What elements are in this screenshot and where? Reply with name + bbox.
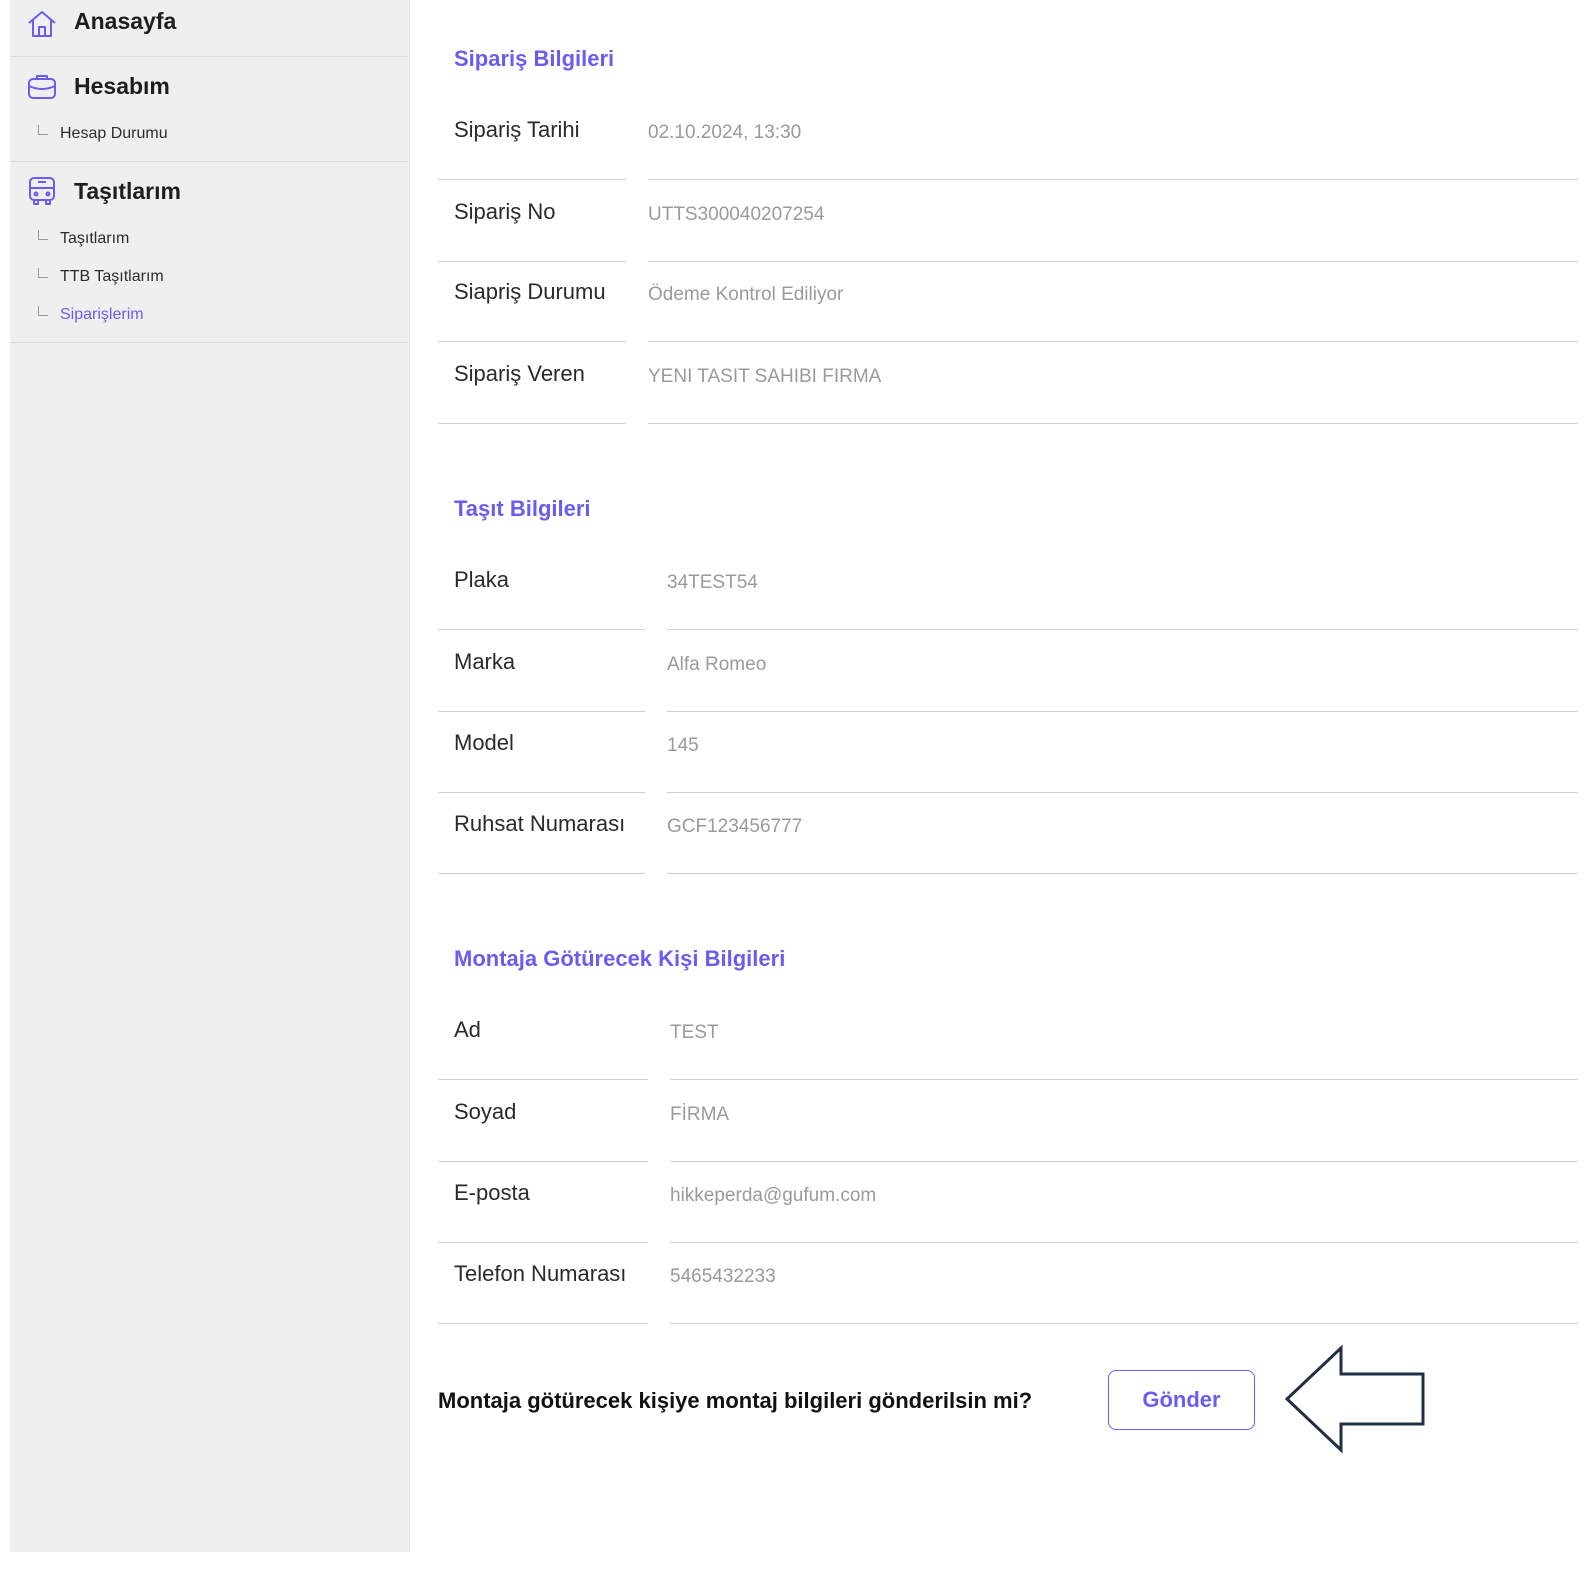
briefcase-icon — [26, 70, 58, 102]
field-label: Siapriş Durumu — [438, 261, 626, 342]
field-label: Sipariş Tarihi — [438, 99, 626, 180]
sub-item-label: TTB Taşıtlarım — [60, 268, 164, 285]
section-title-person: Montaja Götürecek Kişi Bilgileri — [454, 946, 786, 971]
sub-list: Taşıtlarım TTB Taşıtlarım Siparişlerim — [10, 220, 409, 342]
field-row: Sipariş Tarihi 02.10.2024, 13:30 — [438, 99, 1578, 181]
arrow-left-icon — [1283, 1344, 1433, 1459]
field-value: GCF123456777 — [667, 793, 1578, 874]
field-label: Marka — [438, 631, 645, 712]
field-label: Ruhsat Numarası — [438, 793, 645, 874]
field-row: Telefon Numarası 5465432233 — [438, 1243, 1578, 1325]
home-icon — [26, 8, 58, 40]
field-row: Marka Alfa Romeo — [438, 631, 1578, 713]
field-value: 02.10.2024, 13:30 — [648, 99, 1578, 180]
sub-item-label: Siparişlerim — [60, 306, 144, 323]
confirm-question: Montaja götürecek kişiye montaj bilgiler… — [438, 1388, 1033, 1413]
field-label: Sipariş No — [438, 181, 626, 262]
field-value: hikkeperda@gufum.com — [670, 1162, 1578, 1243]
sub-item-label: Taşıtlarım — [60, 230, 130, 247]
field-value: TEST — [670, 999, 1578, 1080]
field-value: YENI TASIT SAHIBI FIRMA — [648, 343, 1578, 424]
field-value: Ödeme Kontrol Ediliyor — [648, 261, 1578, 342]
field-value: Alfa Romeo — [667, 631, 1578, 712]
sub-list: Hesap Durumu — [10, 115, 409, 161]
tree-elbow-icon — [38, 268, 48, 278]
sidebar: Anasayfa Hesabım Hesap Durumu Taşıtlarım… — [10, 0, 410, 1552]
nav-group-tasitlarim: Taşıtlarım Taşıtlarım TTB Taşıtlarım Sip… — [10, 162, 409, 343]
field-value: 5465432233 — [670, 1243, 1578, 1324]
field-value: UTTS300040207254 — [648, 181, 1578, 262]
nav-item-label: Hesabım — [74, 72, 170, 99]
tree-elbow-icon — [38, 230, 48, 240]
field-row: Soyad FİRMA — [438, 1081, 1578, 1163]
sub-item-siparislerim[interactable]: Siparişlerim — [10, 296, 409, 334]
sub-item-hesap-durumu[interactable]: Hesap Durumu — [10, 115, 409, 153]
field-row: Ad TEST — [438, 999, 1578, 1081]
field-value: 34TEST54 — [667, 549, 1578, 630]
field-label: E-posta — [438, 1162, 648, 1243]
field-row: Sipariş Veren YENI TASIT SAHIBI FIRMA — [438, 343, 1578, 425]
section-title-vehicle: Taşıt Bilgileri — [454, 496, 591, 521]
field-row: Sipariş No UTTS300040207254 — [438, 181, 1578, 263]
nav-item-tasitlarim[interactable]: Taşıtlarım — [10, 162, 409, 220]
field-value: 145 — [667, 712, 1578, 793]
nav-item-hesabim[interactable]: Hesabım — [10, 57, 409, 115]
field-row: Ruhsat Numarası GCF123456777 — [438, 793, 1578, 875]
field-label: Ad — [438, 999, 648, 1080]
nav-group-home: Anasayfa — [10, 0, 409, 57]
section-title-order: Sipariş Bilgileri — [454, 46, 615, 71]
field-label: Sipariş Veren — [438, 343, 626, 424]
sub-item-label: Hesap Durumu — [60, 125, 168, 142]
bus-icon — [26, 175, 58, 207]
field-row: Plaka 34TEST54 — [438, 549, 1578, 631]
sub-item-ttb-tasitlarim[interactable]: TTB Taşıtlarım — [10, 258, 409, 296]
field-row: Model 145 — [438, 712, 1578, 794]
field-label: Model — [438, 712, 645, 793]
nav-item-label: Anasayfa — [74, 8, 177, 34]
sub-item-tasitlarim[interactable]: Taşıtlarım — [10, 220, 409, 258]
field-label: Plaka — [438, 549, 645, 630]
nav-item-label: Taşıtlarım — [74, 177, 181, 204]
nav-group-hesabim: Hesabım Hesap Durumu — [10, 57, 409, 162]
tree-elbow-icon — [38, 125, 48, 135]
nav-item-anasayfa[interactable]: Anasayfa — [10, 0, 409, 56]
tree-elbow-icon — [38, 306, 48, 316]
field-value: FİRMA — [670, 1081, 1578, 1162]
send-button[interactable]: Gönder — [1108, 1370, 1255, 1430]
field-row: Siapriş Durumu Ödeme Kontrol Ediliyor — [438, 261, 1578, 343]
send-info-confirm: Montaja götürecek kişiye montaj bilgiler… — [438, 1344, 1478, 1454]
field-label: Telefon Numarası — [438, 1243, 648, 1324]
field-label: Soyad — [438, 1081, 648, 1162]
field-row: E-posta hikkeperda@gufum.com — [438, 1162, 1578, 1244]
order-detail: Sipariş Bilgileri Sipariş Tarihi 02.10.2… — [438, 0, 1592, 1552]
